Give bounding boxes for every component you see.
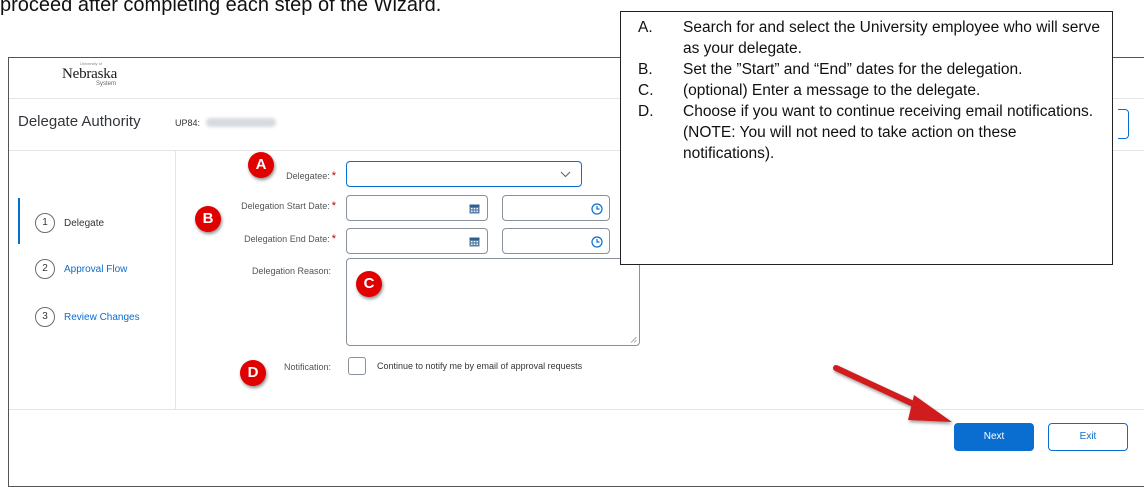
- active-step-indicator: [18, 198, 20, 244]
- callout-item: D. Choose if you want to continue receivi…: [638, 103, 1094, 162]
- notify-checkbox[interactable]: [348, 357, 366, 375]
- document-header-text: proceed after completing each step of th…: [0, 0, 442, 16]
- step-number: 2: [35, 259, 55, 279]
- footer-divider: [9, 409, 1144, 410]
- step-number: 1: [35, 213, 55, 233]
- end-date-label: Delegation End Date: *: [244, 233, 336, 245]
- callout-item: A. Search for and select the University e…: [638, 19, 1100, 57]
- delegation-reason-textarea[interactable]: [346, 258, 640, 346]
- calendar-icon[interactable]: [469, 236, 480, 247]
- callout-item: B. Set the ”Start” and “End” dates for th…: [638, 61, 1023, 78]
- red-arrow-annotation: [833, 365, 952, 422]
- wizard-step-approval-flow[interactable]: 2 Approval Flow: [35, 259, 127, 279]
- callout-item: C. (optional) Enter a message to the dele…: [638, 82, 981, 99]
- step-number: 3: [35, 307, 55, 327]
- page-title: Delegate Authority: [18, 113, 141, 130]
- end-date-input[interactable]: [346, 228, 488, 254]
- annotation-marker-c: C: [356, 271, 382, 297]
- notify-checkbox-text: Continue to notify me by email of approv…: [377, 361, 583, 371]
- chevron-down-icon[interactable]: [560, 171, 571, 178]
- wizard-step-delegate[interactable]: 1 Delegate: [35, 213, 104, 233]
- calendar-icon[interactable]: [469, 203, 480, 214]
- delegatee-combobox[interactable]: [346, 161, 582, 187]
- annotation-marker-a: A: [248, 152, 274, 178]
- clock-icon[interactable]: [591, 203, 603, 215]
- header-action-button[interactable]: [1118, 109, 1129, 139]
- instruction-callout: A. Search for and select the University e…: [620, 11, 1113, 265]
- step-label: Delegate: [64, 217, 105, 229]
- clock-icon[interactable]: [591, 236, 603, 248]
- start-date-input[interactable]: [346, 195, 488, 221]
- logo-subtitle: System: [96, 81, 117, 87]
- step-label: Approval Flow: [64, 263, 128, 275]
- resize-handle-icon[interactable]: [630, 336, 637, 343]
- document-code: UP84:: [175, 118, 201, 128]
- annotation-marker-b: B: [195, 206, 221, 232]
- sidebar-separator: [175, 151, 176, 409]
- reason-label: Delegation Reason:: [251, 266, 331, 276]
- exit-button[interactable]: Exit: [1048, 423, 1128, 451]
- next-button[interactable]: Next: [954, 423, 1034, 451]
- wizard-step-review-changes[interactable]: 3 Review Changes: [35, 307, 140, 327]
- step-label: Review Changes: [64, 311, 140, 323]
- end-time-input[interactable]: [502, 228, 610, 254]
- annotation-marker-d: D: [240, 360, 266, 386]
- start-time-input[interactable]: [502, 195, 610, 221]
- redacted-document-name: [206, 118, 276, 127]
